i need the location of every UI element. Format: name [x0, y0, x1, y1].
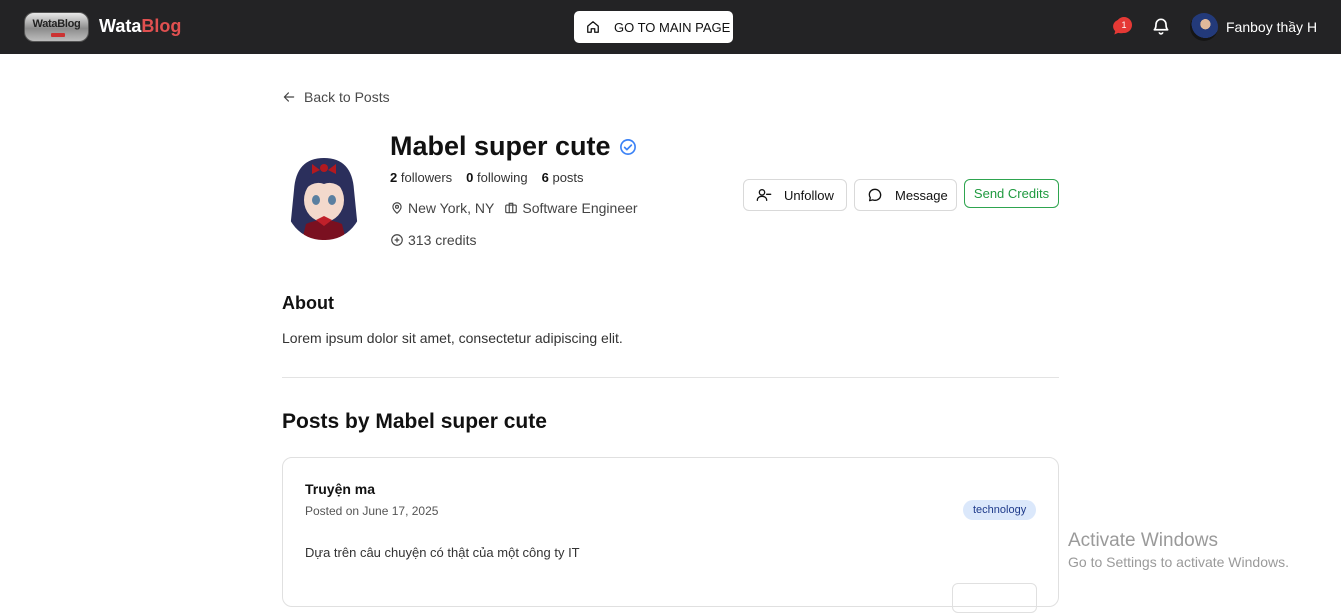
unfollow-button[interactable]: Unfollow — [743, 179, 847, 211]
profile-name-text: Mabel super cute — [390, 131, 611, 161]
message-button[interactable]: Message — [854, 179, 957, 211]
send-credits-button[interactable]: Send Credits — [964, 179, 1059, 208]
logo-text: WataBlog — [32, 18, 81, 30]
map-pin-icon — [390, 201, 404, 215]
brand-name[interactable]: WataBlog — [99, 16, 181, 37]
occupation-text: Software Engineer — [522, 200, 638, 216]
back-label: Back to Posts — [304, 89, 390, 105]
credits-text: 313 credits — [408, 232, 477, 248]
followers-stat[interactable]: 2 followers — [390, 170, 452, 185]
profile-meta: New York, NY Software Engineer — [390, 200, 638, 216]
post-excerpt: Dựa trên câu chuyện có thật của một công… — [305, 545, 580, 560]
post-title[interactable]: Truyện ma — [305, 481, 375, 497]
unfollow-label: Unfollow — [784, 187, 834, 203]
watermark-title: Activate Windows — [1068, 530, 1218, 551]
post-tag[interactable]: technology — [963, 500, 1037, 520]
profile-stats: 2 followers 0 following 6 posts — [390, 170, 584, 185]
profile-credits: 313 credits — [390, 232, 476, 248]
brand-part-2: Blog — [141, 16, 182, 36]
plus-circle-icon — [390, 233, 404, 247]
notifications-bell-icon[interactable] — [1151, 16, 1171, 41]
message-badge: 1 — [1116, 17, 1132, 33]
site-logo[interactable]: WataBlog — [24, 12, 89, 42]
briefcase-icon — [504, 201, 518, 215]
username[interactable]: Fanboy thầy H — [1226, 19, 1317, 35]
post-action-button[interactable] — [952, 583, 1037, 613]
profile-avatar — [284, 150, 364, 240]
following-stat[interactable]: 0 following — [466, 170, 527, 185]
location-text: New York, NY — [408, 200, 495, 216]
about-text: Lorem ipsum dolor sit amet, consectetur … — [282, 330, 623, 346]
post-card[interactable]: Truyện ma Posted on June 17, 2025 techno… — [282, 457, 1059, 613]
chat-bubble-icon — [867, 187, 883, 203]
user-minus-icon — [756, 187, 772, 203]
arrow-left-icon — [282, 90, 296, 104]
watermark-subtitle: Go to Settings to activate Windows. — [1068, 554, 1289, 570]
section-divider — [282, 377, 1059, 378]
go-to-main-page-button[interactable]: GO TO MAIN PAGE — [574, 11, 733, 43]
verified-check-icon — [619, 138, 637, 156]
windows-activation-watermark: Activate Windows Go to Settings to activ… — [1068, 530, 1289, 570]
message-label: Message — [895, 187, 948, 203]
posts-stat[interactable]: 6 posts — [542, 170, 584, 185]
post-date: Posted on June 17, 2025 — [305, 504, 439, 518]
about-heading: About — [282, 293, 334, 313]
user-avatar[interactable] — [1190, 13, 1218, 41]
top-navbar: WataBlog WataBlog GO TO MAIN PAGE 1 Fanb… — [0, 0, 1341, 54]
brand-part-1: Wata — [99, 16, 142, 36]
profile-name: Mabel super cute — [390, 131, 637, 162]
main-page-label: GO TO MAIN PAGE — [614, 19, 731, 35]
posts-heading: Posts by Mabel super cute — [282, 410, 547, 433]
home-icon — [586, 20, 600, 34]
back-to-posts-link[interactable]: Back to Posts — [282, 89, 390, 105]
